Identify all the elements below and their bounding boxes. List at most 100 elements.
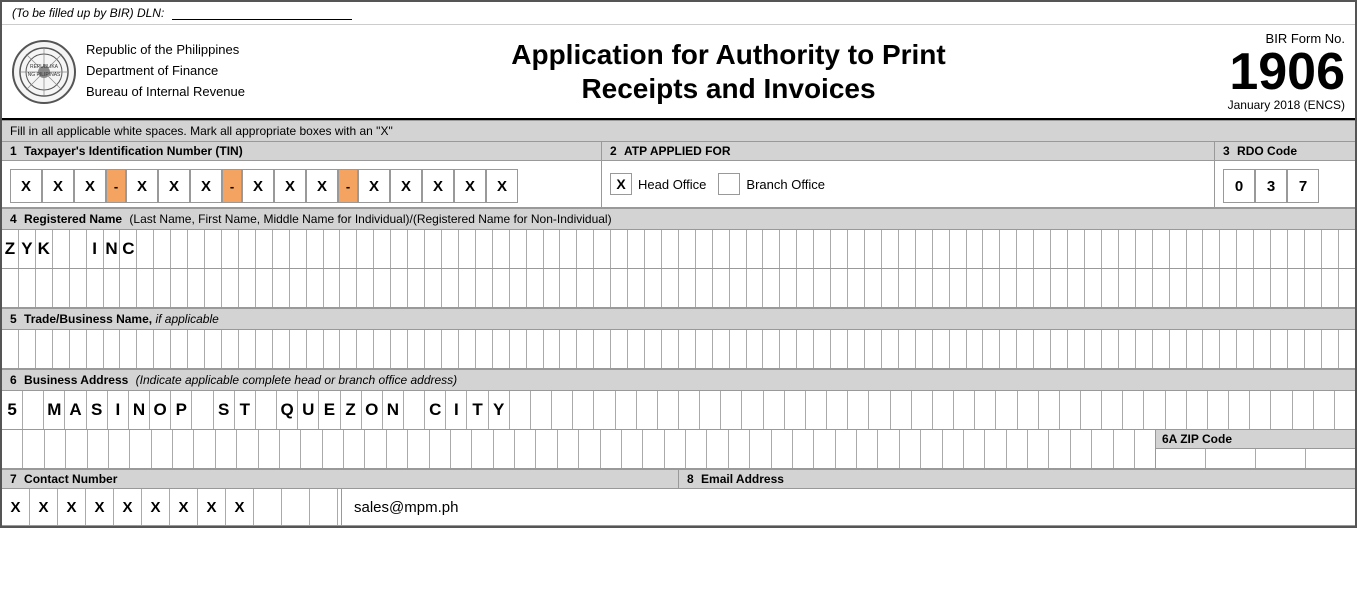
char-cell[interactable]: N [104, 230, 121, 268]
char-cell[interactable] [154, 230, 171, 268]
char-cell[interactable]: E [319, 391, 340, 429]
char-cell[interactable] [510, 269, 527, 307]
char-cell[interactable] [205, 230, 222, 268]
char-cell[interactable] [493, 230, 510, 268]
char-cell[interactable] [425, 330, 442, 368]
char-cell[interactable]: K [36, 230, 53, 268]
tin-d9[interactable]: X [306, 169, 338, 203]
tin-d4[interactable]: X [126, 169, 158, 203]
char-cell[interactable] [594, 330, 611, 368]
char-cell[interactable] [713, 330, 730, 368]
branch-office-checkbox[interactable] [718, 173, 740, 195]
char-cell[interactable] [1136, 269, 1153, 307]
zip-d2[interactable] [1206, 449, 1256, 468]
char-cell[interactable] [425, 269, 442, 307]
char-cell[interactable] [88, 430, 109, 468]
char-cell[interactable] [763, 330, 780, 368]
char-cell[interactable] [730, 330, 747, 368]
char-cell[interactable] [764, 391, 785, 429]
char-cell[interactable] [1102, 391, 1123, 429]
char-cell[interactable] [222, 269, 239, 307]
char-cell[interactable] [194, 430, 215, 468]
char-cell[interactable] [290, 230, 307, 268]
char-cell[interactable]: O [150, 391, 171, 429]
char-cell[interactable] [848, 269, 865, 307]
char-cell[interactable] [964, 430, 985, 468]
contact-digit[interactable]: X [226, 489, 254, 525]
char-cell[interactable] [476, 269, 493, 307]
char-cell[interactable] [2, 430, 23, 468]
char-cell[interactable] [560, 269, 577, 307]
tin-d10[interactable]: X [358, 169, 390, 203]
char-cell[interactable] [36, 269, 53, 307]
char-cell[interactable] [577, 330, 594, 368]
char-cell[interactable] [1305, 230, 1322, 268]
char-cell[interactable] [662, 330, 679, 368]
tin-d3[interactable]: X [74, 169, 106, 203]
char-cell[interactable] [882, 269, 899, 307]
char-cell[interactable] [1085, 269, 1102, 307]
char-cell[interactable] [430, 430, 451, 468]
char-cell[interactable] [1000, 230, 1017, 268]
char-cell[interactable] [579, 430, 600, 468]
char-cell[interactable] [2, 269, 19, 307]
char-cell[interactable] [239, 230, 256, 268]
char-cell[interactable] [1017, 269, 1034, 307]
char-cell[interactable] [340, 269, 357, 307]
char-cell[interactable] [780, 269, 797, 307]
char-cell[interactable] [171, 269, 188, 307]
char-cell[interactable] [391, 330, 408, 368]
char-cell[interactable] [120, 269, 137, 307]
contact-digit[interactable]: X [2, 489, 30, 525]
char-cell[interactable] [442, 230, 459, 268]
contact-digit[interactable] [310, 489, 338, 525]
char-cell[interactable] [324, 230, 341, 268]
char-cell[interactable] [66, 430, 87, 468]
char-cell[interactable] [1102, 330, 1119, 368]
char-cell[interactable] [954, 391, 975, 429]
char-cell[interactable] [459, 230, 476, 268]
char-cell[interactable] [87, 269, 104, 307]
dln-line[interactable] [172, 19, 352, 20]
char-cell[interactable] [1293, 391, 1314, 429]
char-cell[interactable] [696, 269, 713, 307]
contact-digit[interactable]: X [114, 489, 142, 525]
char-cell[interactable]: S [214, 391, 235, 429]
char-cell[interactable] [1314, 391, 1335, 429]
char-cell[interactable] [408, 269, 425, 307]
char-cell[interactable] [1007, 430, 1028, 468]
char-cell[interactable] [273, 269, 290, 307]
char-cell[interactable] [943, 430, 964, 468]
char-cell[interactable] [763, 230, 780, 268]
char-cell[interactable] [1203, 269, 1220, 307]
char-cell[interactable] [679, 330, 696, 368]
char-cell[interactable] [70, 230, 87, 268]
char-cell[interactable] [408, 330, 425, 368]
char-cell[interactable] [442, 269, 459, 307]
char-cell[interactable] [1288, 269, 1305, 307]
char-cell[interactable] [1085, 230, 1102, 268]
char-cell[interactable]: Z [341, 391, 362, 429]
char-cell[interactable] [865, 330, 882, 368]
char-cell[interactable] [1220, 330, 1237, 368]
char-cell[interactable] [205, 330, 222, 368]
char-cell[interactable] [891, 391, 912, 429]
char-cell[interactable] [933, 269, 950, 307]
char-cell[interactable]: O [362, 391, 383, 429]
char-cell[interactable] [1335, 391, 1355, 429]
char-cell[interactable] [983, 230, 1000, 268]
char-cell[interactable] [747, 230, 764, 268]
char-cell[interactable] [357, 330, 374, 368]
char-cell[interactable] [900, 430, 921, 468]
char-cell[interactable] [933, 230, 950, 268]
tin-d7[interactable]: X [242, 169, 274, 203]
char-cell[interactable] [950, 269, 967, 307]
char-cell[interactable] [53, 330, 70, 368]
char-cell[interactable] [594, 391, 615, 429]
char-cell[interactable] [173, 430, 194, 468]
char-cell[interactable] [494, 430, 515, 468]
char-cell[interactable] [747, 269, 764, 307]
char-cell[interactable] [259, 430, 280, 468]
char-cell[interactable] [628, 330, 645, 368]
char-cell[interactable] [713, 230, 730, 268]
